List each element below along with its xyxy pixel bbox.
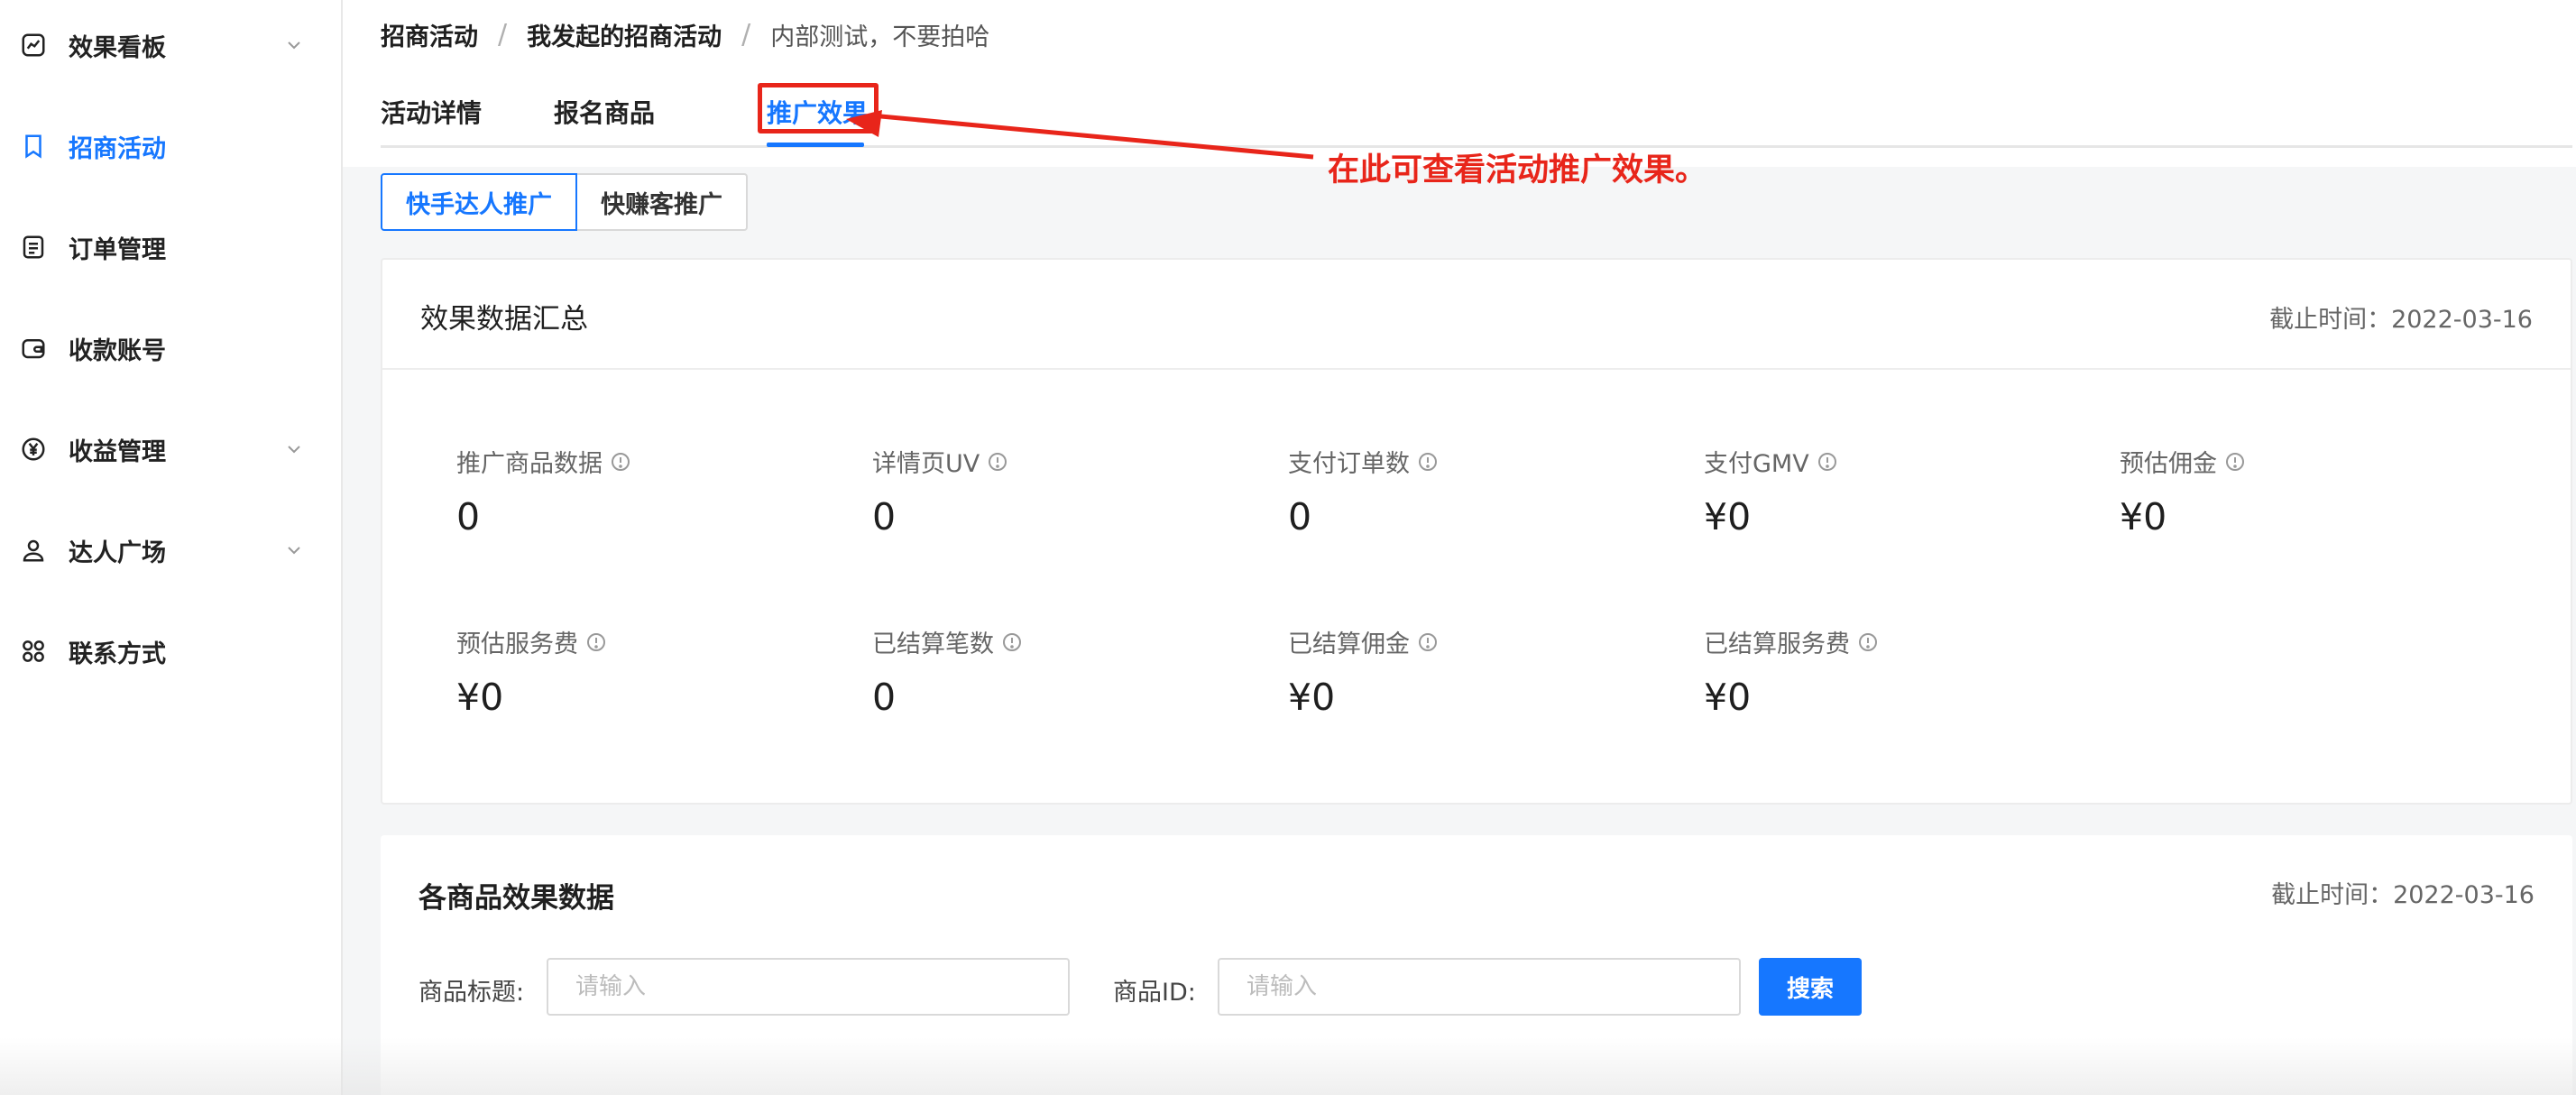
product-id-input[interactable] xyxy=(1218,958,1741,1016)
metric-label: 详情页UV xyxy=(872,450,980,478)
metric-label: 支付GMV xyxy=(1704,450,1809,478)
breadcrumb-item-current: 内部测试，不要拍哈 xyxy=(770,23,990,51)
info-icon[interactable] xyxy=(987,451,1008,473)
product-data-card: 各商品效果数据 截止时间：2022-03-16 商品标题: 商品ID: 搜索 xyxy=(381,835,2572,1095)
metric-detail-uv: 详情页UV 0 xyxy=(872,444,1008,538)
chevron-down-icon xyxy=(283,34,305,56)
metric-value: 0 xyxy=(1288,495,1312,538)
sidebar-item-creators[interactable]: 达人广场 xyxy=(0,514,341,586)
breadcrumb-item-campaigns[interactable]: 招商活动 xyxy=(381,17,478,52)
summary-title: 效果数据汇总 xyxy=(420,303,588,336)
annotation-text: 在此可查看活动推广效果。 xyxy=(1328,152,1707,189)
tab-campaign-details[interactable]: 活动详情 xyxy=(381,94,482,130)
info-icon[interactable] xyxy=(610,451,631,473)
order-list-icon xyxy=(18,232,49,262)
sidebar-item-label: 效果看板 xyxy=(69,33,166,62)
sidebar-item-label: 收益管理 xyxy=(69,437,166,466)
sidebar-item-dashboard[interactable]: 效果看板 xyxy=(0,9,341,81)
user-icon xyxy=(18,535,49,566)
sidebar-item-earnings[interactable]: 收益管理 xyxy=(0,413,341,485)
metric-value: ¥0 xyxy=(2120,495,2167,538)
breadcrumb-separator: / xyxy=(498,18,508,51)
breadcrumb: 招商活动 / 我发起的招商活动 / 内部测试，不要拍哈 xyxy=(381,16,989,52)
metric-settled-service-fee: 已结算服务费 ¥0 xyxy=(1704,624,1879,719)
segment-kuaizhuanke[interactable]: 快赚客推广 xyxy=(577,173,748,231)
metric-label: 已结算佣金 xyxy=(1288,630,1410,658)
wallet-icon xyxy=(18,333,49,363)
metric-label: 预估服务费 xyxy=(456,630,578,658)
yuan-icon xyxy=(18,434,49,465)
sidebar-item-accounts[interactable]: 收款账号 xyxy=(0,312,341,384)
bookmark-icon xyxy=(18,131,49,161)
metric-label: 已结算服务费 xyxy=(1704,630,1850,658)
sidebar-item-campaigns[interactable]: 招商活动 xyxy=(0,110,341,182)
info-icon[interactable] xyxy=(585,631,607,653)
metric-label: 支付订单数 xyxy=(1288,450,1410,478)
metric-promoted-products: 推广商品数据 0 xyxy=(456,444,631,538)
summary-cutoff-date: 截止时间：2022-03-16 xyxy=(2269,306,2533,334)
sidebar-item-label: 收款账号 xyxy=(69,336,166,365)
metric-value: ¥0 xyxy=(1704,676,1752,719)
metric-value: ¥0 xyxy=(456,676,504,719)
info-icon[interactable] xyxy=(1857,631,1879,653)
metric-value: 0 xyxy=(456,495,481,538)
chart-icon xyxy=(18,30,49,60)
breadcrumb-separator: / xyxy=(741,18,751,51)
product-title-input[interactable] xyxy=(547,958,1070,1016)
info-icon[interactable] xyxy=(1417,631,1439,653)
product-data-title: 各商品效果数据 xyxy=(419,882,614,915)
summary-card-header: 效果数据汇总 截止时间：2022-03-16 xyxy=(382,260,2571,370)
sidebar-item-orders[interactable]: 订单管理 xyxy=(0,211,341,283)
breadcrumb-item-my-campaigns[interactable]: 我发起的招商活动 xyxy=(527,17,722,52)
main-content: 招商活动 / 我发起的招商活动 / 内部测试，不要拍哈 活动详情 报名商品 推广… xyxy=(343,0,2576,1095)
info-icon[interactable] xyxy=(1417,451,1439,473)
metric-label: 已结算笔数 xyxy=(872,630,994,658)
info-icon[interactable] xyxy=(1817,451,1838,473)
metric-label: 预估佣金 xyxy=(2120,450,2217,478)
metric-settled-count: 已结算笔数 0 xyxy=(872,624,1023,719)
metric-estimated-service-fee: 预估服务费 ¥0 xyxy=(456,624,607,719)
metric-value: 0 xyxy=(872,676,897,719)
segment-kuaishou-creators[interactable]: 快手达人推广 xyxy=(381,173,577,231)
annotation-arrow xyxy=(846,110,1314,160)
chevron-down-icon xyxy=(283,438,305,460)
summary-card: 效果数据汇总 截止时间：2022-03-16 推广商品数据 0 详情页UV 0 … xyxy=(381,258,2572,805)
product-id-label: 商品ID: xyxy=(1113,979,1196,1007)
metric-estimated-commission: 预估佣金 ¥0 xyxy=(2120,444,2246,538)
metric-paid-gmv: 支付GMV ¥0 xyxy=(1704,444,1838,538)
metric-paid-orders: 支付订单数 0 xyxy=(1288,444,1439,538)
sidebar-item-label: 招商活动 xyxy=(69,134,166,163)
sidebar-item-label: 订单管理 xyxy=(69,235,166,264)
metric-label: 推广商品数据 xyxy=(456,450,603,478)
sidebar: 效果看板 招商活动 订单管理 收款账号 收益管理 达人广场 联系方式 xyxy=(0,0,343,1095)
product-title-label: 商品标题: xyxy=(419,979,525,1007)
product-data-cutoff-date: 截止时间：2022-03-16 xyxy=(2271,881,2535,909)
promotion-type-toggle: 快手达人推广 快赚客推广 xyxy=(381,173,748,231)
metric-value: ¥0 xyxy=(1288,676,1336,719)
search-button[interactable]: 搜索 xyxy=(1759,958,1862,1016)
metric-value: ¥0 xyxy=(1704,495,1752,538)
metric-settled-commission: 已结算佣金 ¥0 xyxy=(1288,624,1439,719)
chevron-down-icon xyxy=(283,539,305,561)
sidebar-item-contact[interactable]: 联系方式 xyxy=(0,615,341,687)
metric-value: 0 xyxy=(872,495,897,538)
tab-registered-products[interactable]: 报名商品 xyxy=(554,94,655,130)
info-icon[interactable] xyxy=(1001,631,1023,653)
grid-icon xyxy=(18,636,49,667)
sidebar-item-label: 联系方式 xyxy=(69,640,166,668)
sidebar-item-label: 达人广场 xyxy=(69,538,166,567)
info-icon[interactable] xyxy=(2224,451,2246,473)
tab-bar: 活动详情 报名商品 推广效果 xyxy=(381,83,2572,148)
